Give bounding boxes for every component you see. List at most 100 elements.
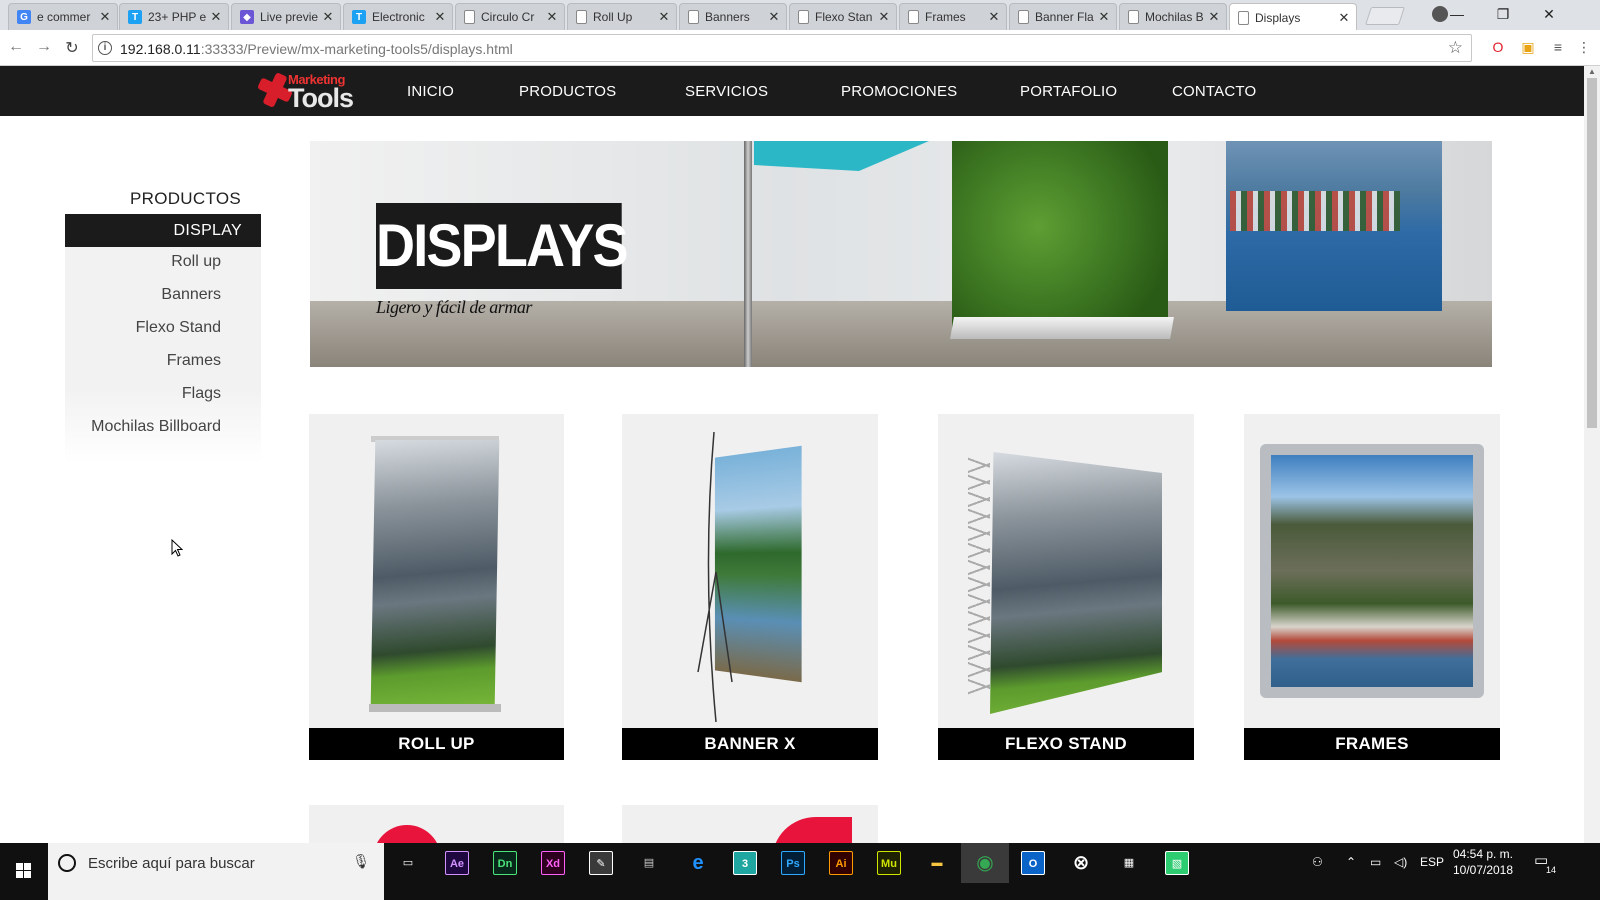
themeforest-icon: ◆ [240, 10, 254, 24]
browser-tab[interactable]: Frames ✕ [899, 3, 1007, 30]
sidebar-item-roll-up[interactable]: Roll up [171, 253, 221, 271]
browser-tab[interactable]: ◆ Live previe ✕ [231, 3, 341, 30]
3d-builder-icon[interactable]: 3 [733, 851, 757, 875]
taskbar-clock[interactable]: 04:54 p. m. 10/07/2018 [1438, 846, 1528, 878]
product-card-banner-x[interactable]: BANNER X [622, 414, 878, 760]
scroll-up-icon[interactable]: ▲ [1584, 67, 1600, 76]
scroll-thumb[interactable] [1587, 78, 1597, 428]
tab-close-icon[interactable]: ✕ [546, 9, 558, 25]
browser-tab[interactable]: T 23+ PHP e ✕ [119, 3, 229, 30]
tab-title: Mochilas B [1145, 10, 1204, 24]
tab-title: Live previe [260, 10, 319, 24]
tab-close-icon[interactable]: ✕ [210, 9, 222, 25]
banner-x-image [622, 414, 878, 729]
logo-cross-icon [258, 73, 292, 107]
bookmark-star-icon[interactable]: ☆ [1448, 38, 1463, 58]
new-tab-button[interactable] [1365, 7, 1405, 25]
browser-tab[interactable]: Banner Fla ✕ [1009, 3, 1117, 30]
page-icon [1128, 10, 1139, 24]
browser-tab-strip: Ge commer ✕ T 23+ PHP e ✕ ◆ Live previe ✕ T Elect… [0, 0, 1600, 31]
taskbar-search[interactable]: Escribe aquí para buscar 🎙 [48, 843, 384, 900]
browser-tab[interactable]: Ge commer ✕ [8, 3, 118, 30]
after-effects-icon[interactable]: Ae [445, 851, 469, 875]
tab-title: 23+ PHP e [148, 10, 207, 24]
maximize-icon[interactable]: ❐ [1486, 2, 1520, 26]
reload-icon[interactable]: ↻ [62, 38, 82, 58]
tab-close-icon[interactable]: ✕ [658, 9, 670, 25]
microphone-icon[interactable]: 🎙 [352, 853, 370, 870]
page-scrollbar[interactable]: ▲ ▼ [1584, 66, 1600, 861]
nav-productos[interactable]: PRODUCTOS [519, 83, 616, 100]
start-button[interactable] [0, 843, 48, 900]
site-logo[interactable]: Marketing Tools [258, 71, 358, 113]
nav-contacto[interactable]: CONTACTO [1172, 83, 1256, 100]
sheets-app-icon[interactable]: ▧ [1165, 851, 1189, 875]
sidebar-item-mochilas-billboard[interactable]: Mochilas Billboard [91, 418, 221, 436]
store-icon[interactable]: ▦ [1117, 851, 1141, 875]
tab-close-icon[interactable]: ✕ [878, 9, 890, 25]
browser-tab[interactable]: Banners ✕ [679, 3, 787, 30]
product-card-flexo-stand[interactable]: FLEXO STAND [938, 414, 1194, 760]
nav-promociones[interactable]: PROMOCIONES [841, 83, 957, 100]
muse-icon[interactable]: Mu [877, 851, 901, 875]
inkscape-icon[interactable]: ✎ [589, 851, 613, 875]
nav-servicios[interactable]: SERVICIOS [685, 83, 768, 100]
t-icon: T [128, 10, 142, 24]
outlook-icon[interactable]: O [1021, 851, 1045, 875]
tab-close-icon[interactable]: ✕ [434, 9, 446, 25]
mouse-cursor-icon [171, 539, 183, 557]
forward-icon[interactable]: → [34, 38, 54, 56]
file-explorer-icon[interactable]: ▬ [925, 851, 949, 875]
xbox-icon[interactable]: ⊗ [1069, 851, 1093, 875]
illustrator-icon[interactable]: Ai [829, 851, 853, 875]
address-bar[interactable]: i 192.168.0.11:33333/Preview/mx-marketin… [92, 34, 1472, 62]
back-icon[interactable]: ← [6, 38, 26, 56]
tab-close-icon[interactable]: ✕ [322, 9, 334, 25]
dimension-icon[interactable]: Dn [493, 851, 517, 875]
tab-close-icon[interactable]: ✕ [1208, 9, 1220, 25]
browser-tab[interactable]: Roll Up ✕ [567, 3, 677, 30]
photoshop-icon[interactable]: Ps [781, 851, 805, 875]
cortana-icon [58, 854, 76, 872]
nav-inicio[interactable]: INICIO [407, 83, 454, 100]
edge-icon[interactable]: e [686, 851, 710, 875]
opera-ext-icon[interactable]: O [1488, 37, 1508, 57]
browser-tab[interactable]: Flexo Stan ✕ [789, 3, 897, 30]
browser-tab[interactable]: Circulo Cr ✕ [455, 3, 565, 30]
page-icon [1238, 10, 1249, 25]
extension-stack-icon[interactable]: ≡ [1548, 37, 1568, 57]
tab-close-icon[interactable]: ✕ [988, 9, 1000, 25]
tab-close-icon[interactable]: ✕ [1338, 10, 1350, 26]
product-card-frames[interactable]: FRAMES [1244, 414, 1500, 760]
minimize-icon[interactable]: — [1440, 2, 1474, 26]
sidebar-item-flags[interactable]: Flags [182, 385, 221, 403]
menu-dots-icon[interactable]: ⋮ [1574, 37, 1594, 57]
people-icon[interactable]: ⚇ [1312, 855, 1323, 869]
product-card-roll-up[interactable]: ROLL UP [309, 414, 564, 760]
sidebar-item-display[interactable]: DISPLAY [65, 214, 261, 247]
volume-icon[interactable]: ◁) [1394, 855, 1407, 869]
tab-close-icon[interactable]: ✕ [1098, 9, 1110, 25]
google-icon: G [17, 10, 31, 24]
tray-chevron-icon[interactable]: ⌃ [1346, 855, 1356, 869]
xd-icon[interactable]: Xd [541, 851, 565, 875]
tab-close-icon[interactable]: ✕ [99, 9, 111, 25]
sidebar-item-flexo-stand[interactable]: Flexo Stand [136, 319, 221, 337]
extension-icon[interactable]: ▣ [1518, 37, 1538, 57]
sidebar-item-banners[interactable]: Banners [161, 286, 221, 304]
tab-close-icon[interactable]: ✕ [768, 9, 780, 25]
close-window-icon[interactable]: ✕ [1532, 2, 1566, 26]
site-info-icon[interactable]: i [98, 41, 112, 55]
browser-tab[interactable]: Displays ✕ [1229, 3, 1357, 31]
sidebar-item-frames[interactable]: Frames [167, 352, 221, 370]
tab-title: Circulo Cr [481, 10, 535, 24]
chrome-icon[interactable]: ◉ [973, 851, 997, 875]
browser-tab[interactable]: Mochilas B ✕ [1119, 3, 1227, 30]
browser-tab[interactable]: T Electronic ✕ [343, 3, 453, 30]
tab-title: Frames [925, 10, 966, 24]
url-text: 192.168.0.11:33333/Preview/mx-marketing-… [120, 41, 513, 57]
network-icon[interactable]: ▭ [1370, 855, 1381, 869]
nav-portafolio[interactable]: PORTAFOLIO [1020, 83, 1117, 100]
scanner-icon[interactable]: ▤ [637, 851, 661, 875]
task-view-icon[interactable]: ▭ [396, 851, 420, 875]
